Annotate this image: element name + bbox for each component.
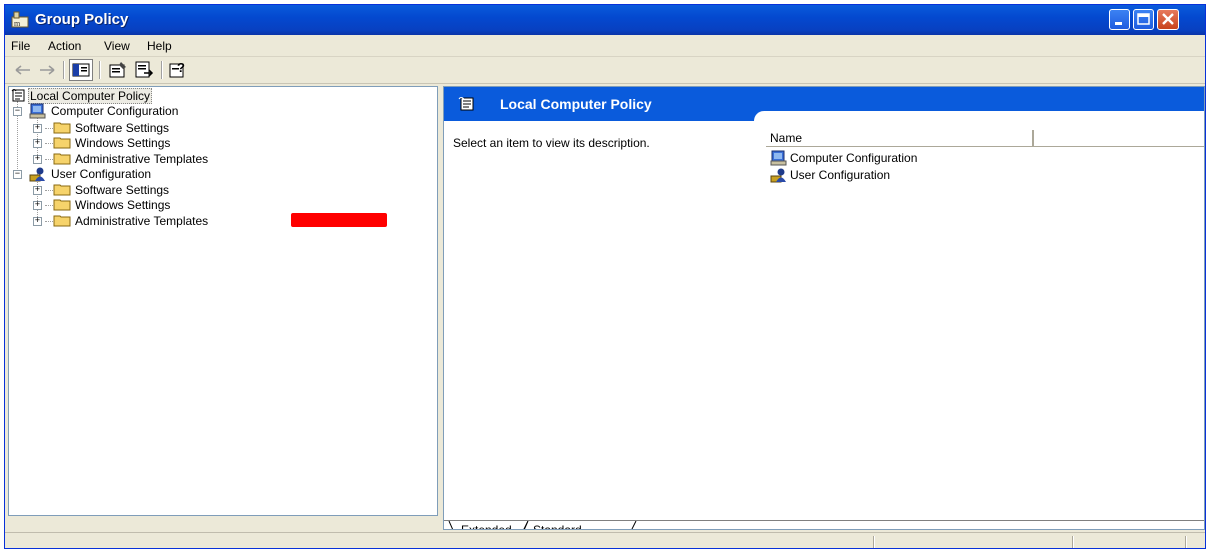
tree-item-computer-administrative-templates[interactable]: + Administrative Templates xyxy=(11,151,311,167)
tree-label: Windows Settings xyxy=(75,198,171,212)
tree-label: Local Computer Policy xyxy=(28,88,153,104)
column-header-name[interactable]: Name xyxy=(766,130,1034,146)
tree-label: User Configuration xyxy=(51,167,152,181)
status-bar xyxy=(5,532,1205,548)
tree-item-user-configuration[interactable]: − User Configuration xyxy=(11,166,311,182)
expand-toggle[interactable]: + xyxy=(33,201,42,210)
policy-scroll-icon xyxy=(458,97,474,111)
tree-item-user-windows-settings[interactable]: + Windows Settings xyxy=(11,197,311,213)
expand-toggle[interactable]: + xyxy=(33,124,42,133)
minimize-icon xyxy=(1115,22,1122,25)
view-tabs: Extended Standard xyxy=(444,520,1204,529)
folder-icon xyxy=(53,199,71,211)
computer-configuration-icon xyxy=(770,150,787,166)
folder-icon xyxy=(53,137,71,149)
tab-standard[interactable]: Standard xyxy=(533,521,582,529)
folder-icon xyxy=(53,215,71,227)
status-bar-divider xyxy=(1072,536,1074,548)
tree-label: Windows Settings xyxy=(75,136,171,150)
toolbar: ? xyxy=(5,57,1205,84)
tree-item-computer-software-settings[interactable]: + Software Settings xyxy=(11,120,311,136)
expand-toggle[interactable]: + xyxy=(33,139,42,148)
details-title: Local Computer Policy xyxy=(500,96,652,112)
tree-item-user-administrative-templates[interactable]: + Administrative Templates xyxy=(11,213,431,229)
list-item-label: Computer Configuration xyxy=(790,151,918,165)
menu-file[interactable]: File xyxy=(11,39,30,53)
toolbar-separator xyxy=(63,61,65,79)
minimize-button[interactable] xyxy=(1109,9,1130,30)
red-highlight-mark xyxy=(291,213,387,227)
toolbar-separator xyxy=(161,61,163,79)
toolbar-separator xyxy=(99,61,101,79)
tree-item-user-software-settings[interactable]: + Software Settings xyxy=(11,182,311,198)
menu-help[interactable]: Help xyxy=(147,39,172,53)
expand-toggle[interactable]: + xyxy=(33,186,42,195)
window-title: Group Policy xyxy=(35,11,129,28)
status-bar-divider xyxy=(873,536,875,548)
policy-scroll-icon xyxy=(11,89,25,102)
forward-arrow-icon[interactable] xyxy=(37,60,57,80)
properties-icon[interactable] xyxy=(108,60,128,80)
banner-curve xyxy=(754,111,1204,123)
title-bar[interactable]: m Group Policy xyxy=(5,5,1205,35)
tree-item-computer-configuration[interactable]: − Computer Configuration xyxy=(11,103,311,119)
expand-toggle[interactable]: + xyxy=(33,217,42,226)
menu-bar: File Action View Help xyxy=(5,36,1205,57)
tree-label: Administrative Templates xyxy=(75,152,209,166)
group-policy-app-icon: m xyxy=(11,11,29,28)
list-item-label: User Configuration xyxy=(790,168,891,182)
maximize-icon xyxy=(1137,13,1150,25)
expand-toggle[interactable]: + xyxy=(33,155,42,164)
details-pane: Local Computer Policy Select an item to … xyxy=(443,86,1205,530)
svg-text:?: ? xyxy=(177,60,185,75)
description-text: Select an item to view its description. xyxy=(453,136,650,150)
tree-label: Software Settings xyxy=(75,121,170,135)
folder-icon xyxy=(53,184,71,196)
close-icon xyxy=(1162,13,1174,25)
list-header: Name xyxy=(766,130,1204,147)
group-policy-window: m Group Policy File Action View Help ? L… xyxy=(4,4,1206,549)
tree-label: Administrative Templates xyxy=(75,214,209,228)
folder-icon xyxy=(53,153,71,165)
folder-icon xyxy=(53,122,71,134)
details-banner: Local Computer Policy xyxy=(444,87,1204,123)
console-tree[interactable]: Local Computer Policy − Computer Configu… xyxy=(8,86,438,516)
tree-label: Software Settings xyxy=(75,183,170,197)
close-button[interactable] xyxy=(1157,9,1179,30)
collapse-toggle[interactable]: − xyxy=(13,107,22,116)
tab-extended[interactable]: Extended xyxy=(461,521,512,529)
tree-label: Computer Configuration xyxy=(51,104,179,118)
user-configuration-icon xyxy=(29,167,45,182)
help-icon[interactable]: ? xyxy=(168,60,188,80)
menu-view[interactable]: View xyxy=(104,39,130,53)
column-header-label: Name xyxy=(770,131,803,145)
collapse-toggle[interactable]: − xyxy=(13,170,22,179)
computer-configuration-icon xyxy=(29,103,46,119)
back-arrow-icon[interactable] xyxy=(13,60,33,80)
status-bar-divider xyxy=(1185,536,1187,548)
show-hide-tree-icon[interactable] xyxy=(69,59,93,81)
tree-item-local-computer-policy[interactable]: Local Computer Policy xyxy=(11,88,311,104)
svg-text:m: m xyxy=(14,19,21,28)
maximize-button[interactable] xyxy=(1133,9,1154,30)
user-configuration-icon xyxy=(770,168,786,183)
export-list-icon[interactable] xyxy=(134,60,154,80)
tree-item-computer-windows-settings[interactable]: + Windows Settings xyxy=(11,135,311,151)
menu-action[interactable]: Action xyxy=(48,39,81,53)
